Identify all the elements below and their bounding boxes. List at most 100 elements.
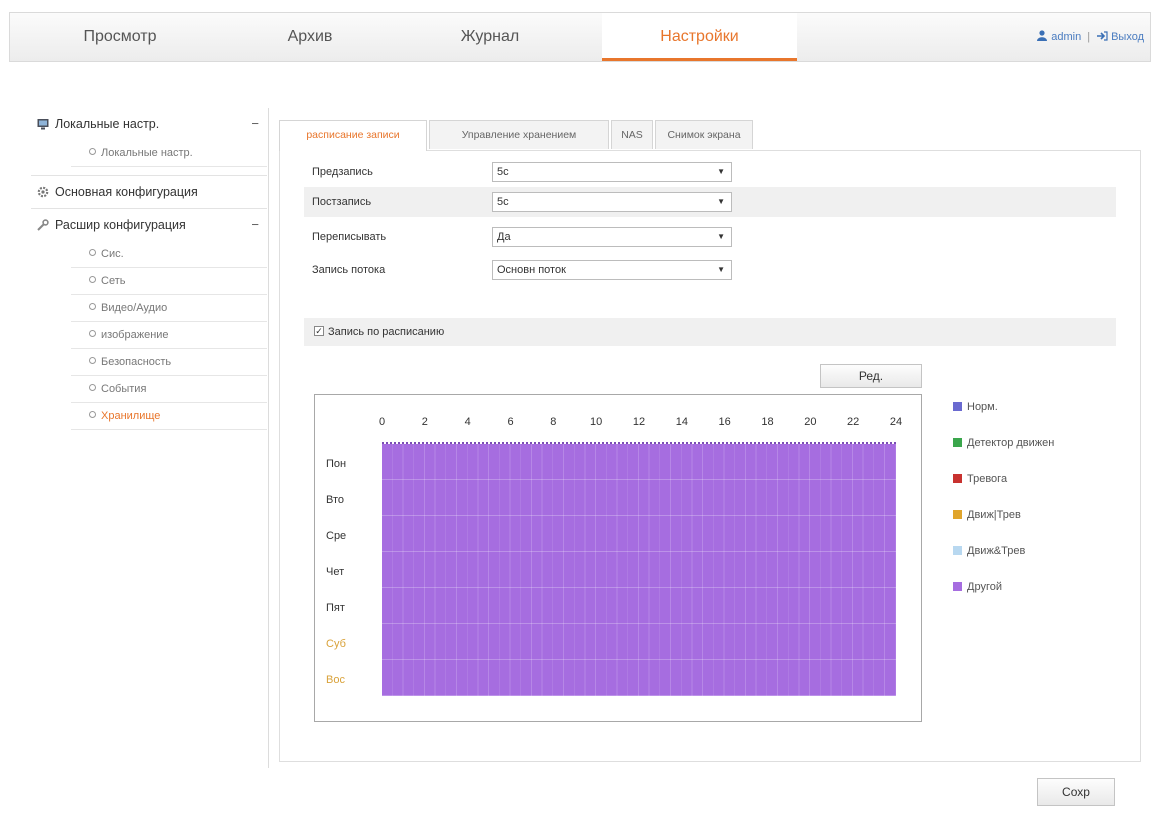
user-separator: | bbox=[1087, 31, 1091, 43]
sidebar-divider bbox=[268, 108, 269, 768]
form-row-prerecord: Предзапись 5с ▼ bbox=[304, 157, 1116, 187]
legend-swatch-icon bbox=[953, 402, 962, 411]
sidebar-item-image[interactable]: изображение bbox=[71, 322, 267, 349]
stream-select[interactable]: Основн поток ▼ bbox=[492, 260, 732, 280]
postrecord-value: 5с bbox=[497, 196, 509, 208]
hour-label: 8 bbox=[550, 416, 557, 428]
sidebar-group-basic-label: Основная конфигурация bbox=[55, 185, 198, 199]
day-label: Чет bbox=[326, 566, 345, 578]
overwrite-label: Переписывать bbox=[312, 231, 387, 243]
hour-label: 0 bbox=[378, 416, 386, 428]
sidebar-group-advanced[interactable]: Расшир конфигурация − bbox=[31, 209, 267, 241]
form-row-stream: Запись потока Основн поток ▼ bbox=[304, 255, 1116, 285]
collapse-icon[interactable]: − bbox=[251, 209, 259, 241]
nav-tab-log[interactable]: Журнал bbox=[390, 13, 590, 61]
user-icon bbox=[1037, 30, 1048, 41]
hour-label: 14 bbox=[675, 416, 688, 428]
edit-schedule-button[interactable]: Ред. bbox=[820, 364, 922, 388]
bullet-icon bbox=[89, 249, 96, 256]
legend-swatch-icon bbox=[953, 582, 962, 591]
day-label: Вос bbox=[326, 674, 345, 686]
overwrite-value: Да bbox=[497, 231, 511, 243]
wrench-icon bbox=[37, 219, 49, 231]
legend-item[interactable]: Детектор движен bbox=[953, 434, 1054, 452]
hour-label: 2 bbox=[421, 416, 428, 428]
logout-link[interactable]: Выход bbox=[1111, 31, 1144, 43]
sidebar-group-local[interactable]: Локальные настр. − bbox=[31, 108, 267, 140]
sidebar-item-events[interactable]: События bbox=[71, 376, 267, 403]
hour-label: 4 bbox=[464, 416, 471, 428]
sidebar-group-basic[interactable]: Основная конфигурация bbox=[31, 176, 267, 208]
legend-item[interactable]: Другой bbox=[953, 578, 1002, 596]
sidebar-item-label: Видео/Аудио bbox=[101, 302, 168, 314]
gear-icon bbox=[37, 186, 49, 198]
legend-swatch-icon bbox=[953, 510, 962, 519]
sidebar-item-label: События bbox=[101, 383, 147, 395]
dropdown-arrow-icon: ▼ bbox=[717, 232, 725, 241]
sidebar-item-security[interactable]: Безопасность bbox=[71, 349, 267, 376]
hour-label: 24 bbox=[889, 416, 903, 428]
legend-swatch-icon bbox=[953, 438, 962, 447]
legend-label: Другой bbox=[967, 581, 1002, 593]
collapse-icon[interactable]: − bbox=[251, 108, 259, 140]
top-navigation: Просмотр Архив Журнал Настройки admin | В… bbox=[9, 12, 1151, 62]
bullet-icon bbox=[89, 276, 96, 283]
prerecord-select[interactable]: 5с ▼ bbox=[492, 162, 732, 182]
hour-label: 22 bbox=[847, 416, 860, 428]
settings-sidebar: Локальные настр. − Локальные настр. Осно… bbox=[31, 108, 267, 430]
sidebar-item-label: Сис. bbox=[101, 248, 124, 260]
sidebar-item-video-audio[interactable]: Видео/Аудио bbox=[71, 295, 267, 322]
monitor-icon bbox=[37, 119, 49, 130]
legend-label: Движ&Трев bbox=[967, 545, 1026, 557]
sidebar-item-label: Сеть bbox=[101, 275, 126, 287]
sidebar-item-storage[interactable]: Хранилище bbox=[71, 403, 267, 430]
sidebar-item-label: изображение bbox=[101, 329, 169, 341]
legend-item[interactable]: Норм. bbox=[953, 398, 998, 416]
sidebar-item-network[interactable]: Сеть bbox=[71, 268, 267, 295]
day-label: Суб bbox=[326, 638, 346, 650]
nav-tab-archive[interactable]: Архив bbox=[230, 13, 390, 61]
dropdown-arrow-icon: ▼ bbox=[717, 265, 725, 274]
nav-tab-live-view[interactable]: Просмотр bbox=[10, 13, 230, 61]
dropdown-arrow-icon: ▼ bbox=[717, 167, 725, 176]
nav-tab-settings[interactable]: Настройки bbox=[602, 13, 797, 61]
bullet-icon bbox=[89, 330, 96, 337]
sidebar-item-system[interactable]: Сис. bbox=[71, 241, 267, 268]
hour-label: 16 bbox=[718, 416, 731, 428]
sidebar-item-local-settings[interactable]: Локальные настр. bbox=[71, 140, 267, 167]
sidebar-item-label: Хранилище bbox=[101, 410, 161, 422]
tab-snapshot[interactable]: Снимок экрана bbox=[655, 120, 753, 149]
stream-value: Основн поток bbox=[497, 264, 566, 276]
form-row-postrecord: Постзапись 5с ▼ bbox=[304, 187, 1116, 217]
bullet-icon bbox=[89, 357, 96, 364]
legend-item[interactable]: Движ|Трев bbox=[953, 506, 1021, 524]
schedule-grid[interactable] bbox=[382, 444, 896, 696]
sidebar-group-local-label: Локальные настр. bbox=[55, 117, 160, 131]
bullet-icon bbox=[89, 303, 96, 310]
postrecord-select[interactable]: 5с ▼ bbox=[492, 192, 732, 212]
save-button[interactable]: Сохр bbox=[1037, 778, 1115, 806]
logout-icon[interactable] bbox=[1096, 31, 1108, 41]
bullet-icon bbox=[89, 384, 96, 391]
prerecord-label: Предзапись bbox=[312, 166, 373, 178]
sidebar-item-label: Локальные настр. bbox=[101, 147, 193, 159]
schedule-toggle-row: ✓ Запись по расписанию bbox=[304, 318, 1116, 346]
day-label: Пят bbox=[326, 602, 345, 614]
tab-nas[interactable]: NAS bbox=[611, 120, 653, 149]
overwrite-select[interactable]: Да ▼ bbox=[492, 227, 732, 247]
tab-record-schedule[interactable]: расписание записи bbox=[279, 120, 427, 151]
tab-storage-management[interactable]: Управление хранением bbox=[429, 120, 609, 149]
legend-item[interactable]: Движ&Трев bbox=[953, 542, 1025, 560]
username[interactable]: admin bbox=[1051, 31, 1081, 43]
sidebar-group-advanced-label: Расшир конфигурация bbox=[55, 218, 186, 232]
schedule-enable-label: Запись по расписанию bbox=[328, 326, 445, 338]
dropdown-arrow-icon: ▼ bbox=[717, 197, 725, 206]
prerecord-value: 5с bbox=[497, 166, 509, 178]
schedule-enable-checkbox[interactable]: ✓ bbox=[314, 326, 324, 336]
day-label: Вто bbox=[326, 494, 345, 506]
form-row-overwrite: Переписывать Да ▼ bbox=[304, 222, 1116, 252]
user-area: admin | Выход bbox=[1037, 13, 1144, 61]
legend-label: Движ|Трев bbox=[967, 509, 1021, 521]
legend-item[interactable]: Тревога bbox=[953, 470, 1007, 488]
bullet-icon bbox=[89, 148, 96, 155]
